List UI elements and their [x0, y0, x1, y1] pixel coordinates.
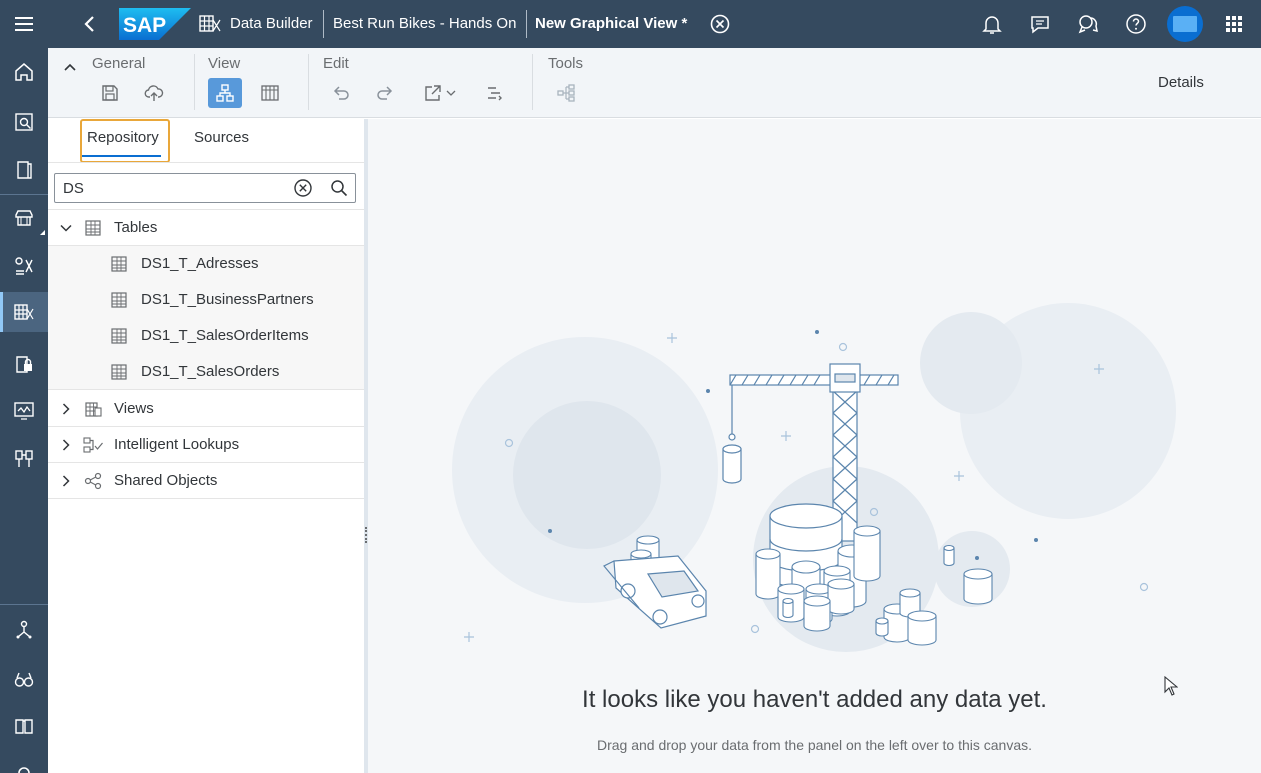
chevron-right-icon[interactable] [59, 474, 73, 488]
view-icon [85, 402, 102, 417]
table-icon [261, 85, 279, 101]
cloud-upload-icon [144, 85, 164, 101]
table-icon [111, 292, 127, 308]
redo-icon [377, 86, 393, 100]
resize-grip-dots[interactable] [365, 527, 367, 543]
close-view-icon[interactable] [709, 13, 731, 35]
toolbar-group-general: General [92, 55, 146, 72]
chat-icon[interactable] [1076, 12, 1100, 36]
export-menu-button[interactable] [416, 78, 464, 108]
tree-label-intelligent-lookups: Intelligent Lookups [114, 436, 240, 453]
share-icon [84, 472, 102, 490]
clear-search-icon[interactable] [293, 178, 313, 198]
back-icon[interactable] [78, 12, 102, 36]
graphical-view-canvas[interactable]: It looks like you haven't added any data… [368, 119, 1261, 773]
search-rail-icon[interactable] [0, 750, 48, 773]
tree-item-label: DS1_T_SalesOrders [141, 363, 280, 380]
marketplace-icon[interactable] [0, 198, 48, 238]
chevron-down-icon[interactable] [59, 221, 73, 235]
data-integration-icon[interactable] [0, 246, 48, 286]
collapse-chevron-up-icon[interactable] [62, 59, 78, 75]
toolbar-group-view: View [208, 55, 241, 72]
tree-item-table[interactable]: DS1_T_SalesOrderItems [48, 318, 366, 354]
table-icon [85, 220, 101, 236]
hierarchy-icon [216, 84, 234, 102]
empty-state-title: It looks like you haven't added any data… [582, 686, 1047, 713]
breadcrumb-space[interactable]: Best Run Bikes - Hands On [333, 15, 516, 32]
home-icon[interactable] [0, 52, 48, 92]
avatar[interactable] [1167, 6, 1203, 42]
editor-toolbar: General View Edit Tools Details [48, 48, 1261, 118]
tree-item-table[interactable]: DS1_T_Adresses [48, 246, 366, 282]
deploy-button[interactable] [137, 78, 171, 108]
mouse-cursor-icon [1164, 676, 1178, 696]
apps-grid-icon[interactable] [1222, 12, 1246, 36]
chevron-right-icon[interactable] [59, 438, 73, 452]
empty-state-illustration [452, 303, 1176, 652]
table-icon [111, 256, 127, 272]
table-icon [111, 328, 127, 344]
lineage-icon [557, 84, 575, 102]
undo-icon [333, 86, 349, 100]
chevron-right-icon[interactable] [59, 402, 73, 416]
sequence-button[interactable] [478, 78, 512, 108]
redo-button[interactable] [368, 78, 402, 108]
tab-focus-highlight [80, 119, 170, 163]
feedback-icon[interactable] [1028, 12, 1052, 36]
tree-item-table[interactable]: DS1_T_BusinessPartners [48, 282, 366, 318]
open-book-icon[interactable] [0, 706, 48, 746]
tree-label-tables: Tables [114, 219, 158, 236]
tree-label-views: Views [114, 400, 154, 417]
tree-node-views[interactable]: Views [48, 391, 366, 427]
toolbar-group-tools: Tools [548, 55, 584, 72]
lookup-icon [83, 437, 103, 453]
sap-logo[interactable]: SAP [119, 8, 191, 40]
details-link[interactable]: Details [1158, 74, 1204, 91]
glasses-icon[interactable] [0, 660, 48, 700]
search-input[interactable] [63, 178, 283, 198]
bell-icon[interactable] [980, 12, 1004, 36]
monitor-icon[interactable] [0, 391, 48, 431]
save-icon [102, 85, 118, 101]
toolbar-group-edit: Edit [323, 55, 349, 72]
catalog-search-icon[interactable] [0, 102, 48, 142]
tree-node-intelligent-lookups[interactable]: Intelligent Lookups [48, 427, 366, 463]
tree-item-table[interactable]: DS1_T_SalesOrders [48, 354, 366, 390]
connections-icon[interactable] [0, 439, 48, 479]
flow-list-icon [488, 87, 502, 101]
table-view-button[interactable] [253, 78, 287, 108]
search-field[interactable] [54, 173, 356, 203]
tree-item-label: DS1_T_SalesOrderItems [141, 327, 309, 344]
table-icon [111, 364, 127, 380]
chevron-down-icon [446, 90, 456, 96]
side-navigation [0, 0, 48, 773]
repository-book-icon[interactable] [0, 150, 48, 190]
undo-button[interactable] [324, 78, 358, 108]
tree-node-shared-objects[interactable]: Shared Objects [48, 463, 366, 499]
save-button[interactable] [93, 78, 127, 108]
impact-lineage-button[interactable] [549, 78, 583, 108]
tree-label-shared-objects: Shared Objects [114, 472, 218, 489]
network-icon[interactable] [0, 610, 48, 650]
data-access-control-icon[interactable] [0, 344, 48, 384]
tree-item-label: DS1_T_BusinessPartners [141, 291, 314, 308]
search-icon[interactable] [329, 178, 349, 198]
source-panel: Repository Sources Tables DS1_T_Adresses… [48, 119, 366, 773]
help-icon[interactable] [1124, 12, 1148, 36]
tree-node-tables[interactable]: Tables [48, 210, 366, 246]
sap-logo-text: SAP [123, 14, 166, 37]
export-icon [425, 85, 441, 101]
breadcrumb-current-view: New Graphical View * [535, 15, 688, 32]
data-builder-crumb-icon [199, 15, 221, 32]
breadcrumb-data-builder[interactable]: Data Builder [230, 15, 313, 32]
shell-bar: SAP Data Builder Best Run Bikes - Hands … [48, 0, 1261, 48]
menu-icon[interactable] [0, 4, 48, 44]
empty-state-subtitle: Drag and drop your data from the panel o… [596, 737, 1033, 753]
tab-sources[interactable]: Sources [194, 129, 249, 146]
diagram-view-button[interactable] [208, 78, 242, 108]
tree-item-label: DS1_T_Adresses [141, 255, 259, 272]
data-builder-icon[interactable] [0, 292, 48, 332]
